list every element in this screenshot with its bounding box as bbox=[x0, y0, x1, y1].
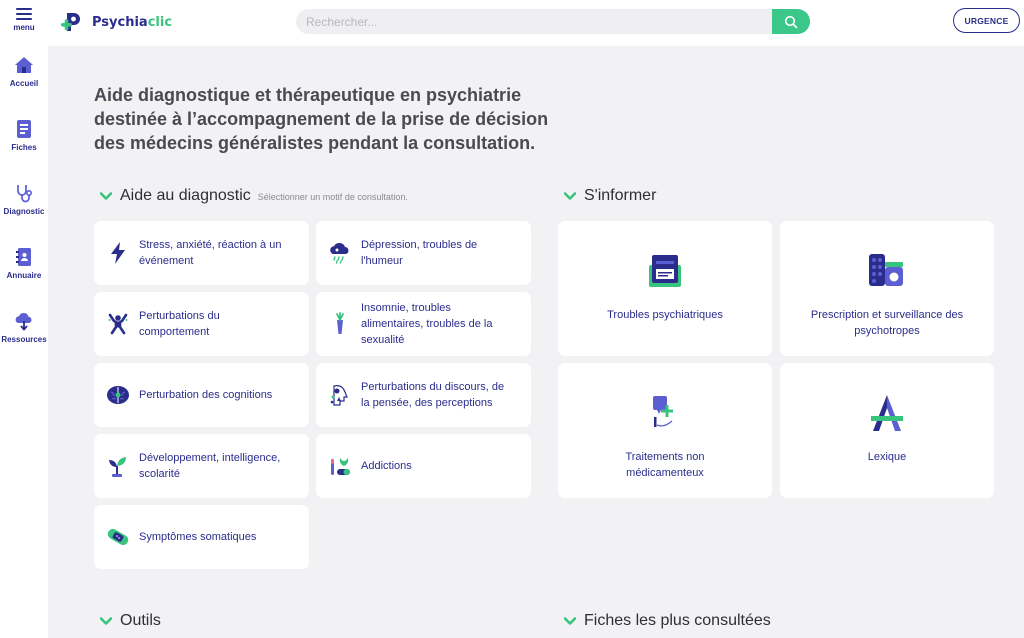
motif-card-comportement[interactable]: Perturbations du comportement bbox=[94, 292, 309, 356]
sidebar-item-diagnostic[interactable]: Diagnostic bbox=[0, 182, 48, 234]
chevron-down-icon bbox=[564, 617, 576, 625]
logo-text: Psychiaclic bbox=[92, 14, 173, 30]
section-title-s-informer: S'informer bbox=[564, 187, 656, 205]
lightning-icon bbox=[111, 242, 125, 264]
motif-card-stress[interactable]: Stress, anxiété, réaction à un événement bbox=[94, 221, 309, 285]
sidebar-item-ressources[interactable]: Ressources bbox=[0, 310, 48, 362]
agitated-person-icon bbox=[108, 313, 128, 335]
page-intro: Aide diagnostique et thérapeutique en ps… bbox=[94, 85, 549, 153]
hamburger-icon bbox=[16, 8, 32, 20]
home-icon bbox=[15, 57, 33, 73]
sidebar-item-label: Annuaire bbox=[6, 271, 42, 280]
sidebar: Accueil Fiches Diagnostic Annuaire Resso… bbox=[0, 46, 48, 638]
info-card-lexique[interactable]: Lexique bbox=[780, 363, 994, 498]
motif-card-cognitions[interactable]: Perturbation des cognitions bbox=[94, 363, 309, 427]
brain-icon bbox=[107, 386, 129, 404]
letter-a-icon bbox=[871, 395, 903, 431]
stethoscope-icon bbox=[17, 185, 33, 203]
info-card-prescription[interactable]: Prescription et surveillance des psychotr… bbox=[780, 221, 994, 356]
addiction-icon bbox=[331, 458, 350, 475]
info-card-troubles[interactable]: Troubles psychiatriques bbox=[558, 221, 772, 356]
sidebar-item-label: Accueil bbox=[9, 79, 39, 88]
section-title-fiches-consultees: Fiches les plus consultées bbox=[564, 612, 771, 630]
urgence-button[interactable]: URGENCE bbox=[953, 8, 1020, 33]
sidebar-item-fiches[interactable]: Fiches bbox=[0, 118, 48, 170]
sidebar-item-label: Fiches bbox=[11, 143, 37, 152]
sprout-icon bbox=[109, 457, 126, 477]
section-title-outils: Outils bbox=[100, 612, 161, 630]
chevron-down-icon bbox=[100, 192, 112, 200]
cloud-download-icon bbox=[15, 312, 32, 331]
psychiaclic-logo-icon bbox=[61, 13, 80, 31]
eye-face-icon bbox=[330, 385, 348, 406]
motif-card-discours[interactable]: Perturbations du discours, de la pensée, … bbox=[316, 363, 531, 427]
pills-icon bbox=[869, 254, 903, 286]
search-input[interactable] bbox=[296, 9, 772, 34]
sidebar-item-accueil[interactable]: Accueil bbox=[0, 54, 48, 106]
carrot-icon bbox=[336, 312, 344, 334]
care-hand-icon bbox=[653, 396, 673, 427]
menu-label: menu bbox=[13, 23, 35, 32]
motif-card-depression[interactable]: Dépression, troubles de l'humeur bbox=[316, 221, 531, 285]
logo[interactable]: Psychiaclic bbox=[60, 8, 172, 36]
chevron-down-icon bbox=[100, 617, 112, 625]
motif-card-developpement[interactable]: Développement, intelligence, scolarité bbox=[94, 434, 309, 498]
search-bar bbox=[296, 9, 810, 34]
motif-card-insomnie[interactable]: Insomnie, troubles alimentaires, troubles… bbox=[316, 292, 531, 356]
sidebar-item-label: Ressources bbox=[1, 335, 47, 344]
chevron-down-icon bbox=[564, 192, 576, 200]
info-card-traitements[interactable]: Traitements non médicamenteux bbox=[558, 363, 772, 498]
folder-icon bbox=[649, 255, 681, 287]
motif-card-somatiques[interactable]: Symptômes somatiques bbox=[94, 505, 309, 569]
menu-button[interactable]: menu bbox=[6, 6, 42, 40]
section-title-aide-diagnostic: Aide au diagnostic Sélectionner un motif… bbox=[100, 187, 408, 205]
top-header: menu Psychiaclic URGENCE bbox=[0, 0, 1024, 46]
directory-icon bbox=[16, 248, 31, 266]
bandage-icon bbox=[107, 529, 129, 545]
search-icon bbox=[784, 15, 798, 28]
motif-card-addictions[interactable]: Addictions bbox=[316, 434, 531, 498]
section-subtitle: Sélectionner un motif de consultation. bbox=[257, 192, 408, 202]
main-content: Aide diagnostique et thérapeutique en ps… bbox=[62, 46, 1024, 638]
fiches-icon bbox=[17, 120, 31, 138]
search-button[interactable] bbox=[772, 9, 810, 34]
rain-cloud-icon bbox=[330, 242, 349, 264]
sidebar-item-label: Diagnostic bbox=[3, 207, 45, 216]
sidebar-item-annuaire[interactable]: Annuaire bbox=[0, 246, 48, 298]
